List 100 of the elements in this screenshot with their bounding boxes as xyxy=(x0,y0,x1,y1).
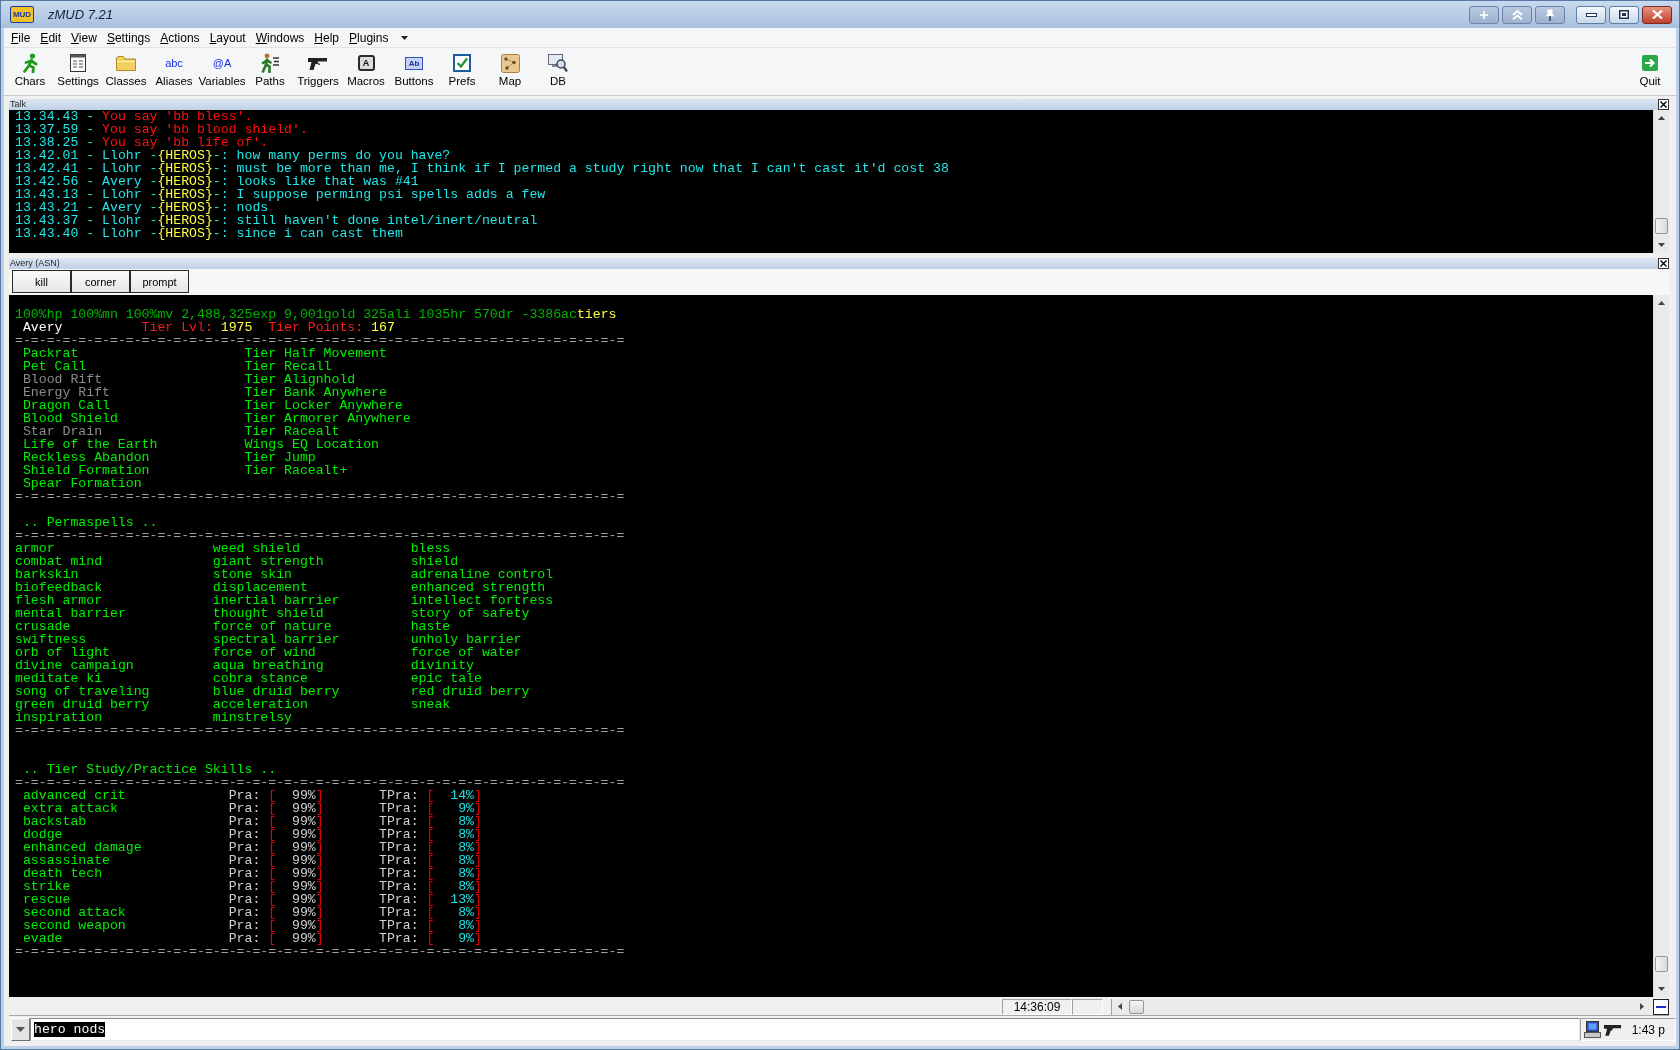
walking-figure-icon[interactable] xyxy=(260,53,280,73)
menu-item[interactable]: Help xyxy=(309,28,345,47)
toolbar-button[interactable]: DB xyxy=(534,48,582,92)
toolbar-button[interactable]: Ab Buttons xyxy=(390,48,438,92)
menu-item[interactable]: View xyxy=(66,28,102,47)
field-label: TPra: xyxy=(379,919,419,932)
minus-icon[interactable] xyxy=(1656,1005,1666,1008)
key-icon[interactable]: A xyxy=(357,55,375,71)
triangle-down-icon[interactable] xyxy=(1658,987,1665,991)
triangle-left-icon[interactable] xyxy=(1118,1003,1122,1010)
spell-item: force of wind xyxy=(212,646,316,659)
spell-item: shield xyxy=(410,555,459,568)
menu-item[interactable]: Windows xyxy=(250,28,310,47)
toolbar-button[interactable]: Prefs xyxy=(438,48,486,92)
menu-item[interactable]: Edit xyxy=(35,28,67,47)
toolbar-button[interactable]: Map xyxy=(486,48,534,92)
menu-item[interactable]: Layout xyxy=(204,28,251,47)
minimize-icon[interactable] xyxy=(1585,12,1597,17)
checkbox-icon[interactable] xyxy=(453,54,471,72)
menu-item[interactable]: File xyxy=(6,28,36,47)
menu-item[interactable]: Actions xyxy=(155,28,205,47)
label-button-icon[interactable]: Ab xyxy=(405,56,423,70)
running-figure-icon[interactable] xyxy=(22,53,38,73)
toolbar-button[interactable]: Triggers xyxy=(294,48,342,92)
vertical-scrollbar[interactable] xyxy=(1653,295,1669,997)
menu-item[interactable]: Settings xyxy=(101,28,156,47)
maximize-icon[interactable] xyxy=(1619,10,1629,19)
plus-button[interactable] xyxy=(1469,5,1499,24)
triangle-down-icon[interactable] xyxy=(16,1027,25,1032)
pistol-icon[interactable] xyxy=(1604,1023,1622,1036)
folder-icon[interactable] xyxy=(116,55,136,71)
skill-name: extra attack xyxy=(22,802,118,815)
percent-value: [ 8%] xyxy=(426,867,482,880)
chat-line: 13.43.21 - Avery -{HEROS}-: nods xyxy=(15,201,269,214)
menu-item[interactable]: Plugins xyxy=(344,28,394,47)
pistol-icon[interactable] xyxy=(308,56,328,70)
toolbar-button[interactable]: Chars xyxy=(6,48,54,92)
percent-value: [ 99%] xyxy=(268,815,324,828)
collapse-button[interactable] xyxy=(1653,998,1669,1015)
form-icon[interactable] xyxy=(70,54,86,72)
spell-item: meditate ki xyxy=(15,672,103,685)
stat-label: Tier Points: xyxy=(268,321,364,334)
horizontal-scrollbar[interactable] xyxy=(1111,998,1650,1015)
vertical-scrollbar[interactable] xyxy=(1653,110,1669,253)
percent-value: [ 99%] xyxy=(268,932,324,945)
spell-item: cobra stance xyxy=(212,672,308,685)
field-label: TPra: xyxy=(379,815,419,828)
minimize-button[interactable] xyxy=(1576,5,1606,24)
scroll-thumb[interactable] xyxy=(1655,956,1668,972)
chat-line: 13.37.59 - You say 'bb blood shield'. xyxy=(15,123,309,136)
macro-button[interactable]: prompt xyxy=(130,270,189,293)
triangle-right-icon[interactable] xyxy=(1640,1003,1644,1010)
letters-icon[interactable]: abc xyxy=(165,56,183,70)
spell-item: intellect fortress xyxy=(410,594,554,607)
toolbar-button[interactable]: Settings xyxy=(54,48,102,92)
stat-value: 167 xyxy=(371,321,395,334)
toolbar-button[interactable]: @A Variables xyxy=(198,48,246,92)
spell-item: red druid berry xyxy=(410,685,530,698)
map-icon[interactable] xyxy=(500,53,520,73)
skill-name: strike xyxy=(22,880,71,893)
macro-button[interactable]: kill xyxy=(12,270,71,293)
caret-down-icon[interactable] xyxy=(401,35,409,40)
exit-arrow-icon[interactable] xyxy=(1642,55,1658,71)
scroll-thumb[interactable] xyxy=(1655,218,1668,234)
separator-text: =-=-=-=-=-=-=-=-=-=-=-=-=-=-=-=-=-=-=-=-=-=-=-=-=-=-=-=-=-=-=-=-=-=-=-=-=-=-= xyxy=(15,334,625,347)
percent-value: [ 8%] xyxy=(426,880,482,893)
quit-button[interactable]: Quit xyxy=(1626,48,1674,92)
maximize-button[interactable] xyxy=(1609,5,1639,24)
close-button[interactable] xyxy=(1642,5,1672,24)
history-dropdown-button[interactable] xyxy=(11,1018,30,1041)
pin-icon[interactable] xyxy=(1546,8,1554,21)
ability-item: Pet Call xyxy=(22,360,87,373)
section-heading: .. Permaspells .. xyxy=(22,516,158,529)
spell-item: minstrelsy xyxy=(212,711,292,724)
toolbar-button[interactable]: A Macros xyxy=(342,48,390,92)
spell-item: crusade xyxy=(15,620,71,633)
spell-item: aqua breathing xyxy=(212,659,324,672)
chat-line: 13.42.41 - Llohr -{HEROS}-: must be more than me, I think if I permed a study right now that I can't cast it'd cost 38 xyxy=(15,162,950,175)
toolbar-button[interactable]: Classes xyxy=(102,48,150,92)
magnifier-monitor-icon[interactable] xyxy=(548,54,568,72)
ability-item: Dragon Call xyxy=(22,399,110,412)
pin-button[interactable] xyxy=(1535,5,1565,24)
letters-icon[interactable]: @A xyxy=(212,56,232,70)
double-caret-button[interactable] xyxy=(1502,5,1532,24)
triangle-down-icon[interactable] xyxy=(1658,243,1665,247)
macro-button[interactable]: corner xyxy=(71,270,130,293)
spell-item: blue druid berry xyxy=(212,685,340,698)
triangle-up-icon[interactable] xyxy=(1658,116,1665,120)
percent-value: [ 99%] xyxy=(268,854,324,867)
toolbar-button[interactable]: abc Aliases xyxy=(150,48,198,92)
panel-title: Talk xyxy=(9,99,26,110)
command-input[interactable]: hero nods xyxy=(30,1018,1580,1041)
scroll-thumb[interactable] xyxy=(1129,999,1144,1014)
toolbar-button[interactable]: Paths xyxy=(246,48,294,92)
computer-icon[interactable] xyxy=(1584,1021,1601,1038)
spell-item: unholy barrier xyxy=(410,633,522,646)
triangle-up-icon[interactable] xyxy=(1658,301,1665,305)
spell-item: inspiration xyxy=(15,711,103,724)
spell-item: haste xyxy=(410,620,451,633)
status-line: 100%hp 100%mn 100%mv 2,488,325exp 9,001gold 325ali 1035hr 570dr -3386actiers xyxy=(15,308,618,321)
